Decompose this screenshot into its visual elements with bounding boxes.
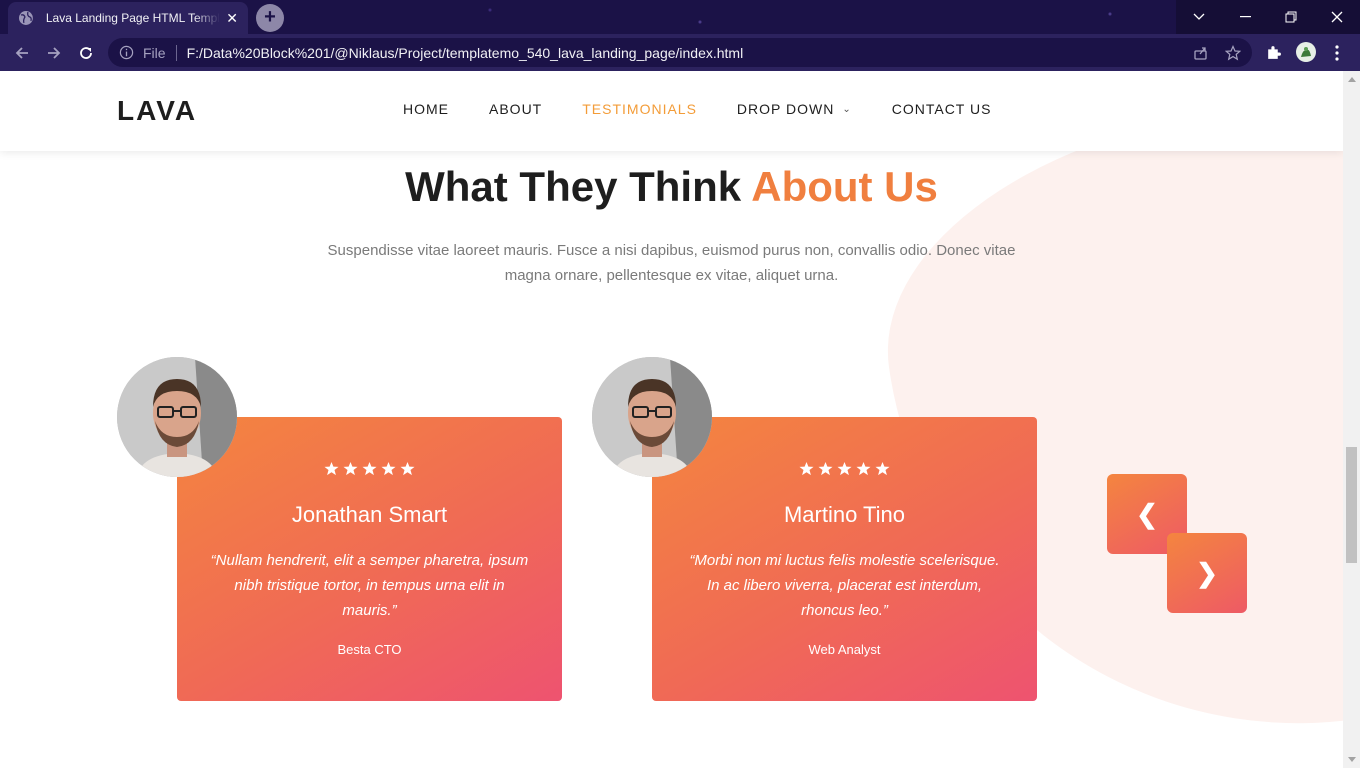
star-icon [343, 461, 358, 476]
browser-tab-strip: Lava Landing Page HTML Template ✕ + [0, 0, 1360, 34]
nav-dropdown[interactable]: DROP DOWN ⌄ [737, 101, 852, 117]
scrollbar-thumb[interactable] [1346, 447, 1357, 563]
nav-contact[interactable]: CONTACT US [892, 101, 992, 117]
page-viewport: LAVA HOME ABOUT TESTIMONIALS DROP DOWN ⌄… [0, 71, 1343, 768]
scroll-up-arrow-icon[interactable] [1348, 77, 1356, 82]
person-photo-icon [117, 357, 237, 477]
star-icon [818, 461, 833, 476]
rating-stars [652, 461, 1037, 476]
testimonial-role: Besta CTO [337, 642, 402, 657]
url-text[interactable]: F:/Data%20Block%201/@Niklaus/Project/tem… [187, 45, 744, 61]
address-bar[interactable]: File F:/Data%20Block%201/@Niklaus/Projec… [108, 38, 1252, 67]
person-photo-icon [592, 357, 712, 477]
testimonial-name: Jonathan Smart [291, 502, 448, 527]
globe-icon [18, 11, 33, 25]
bookmark-star-icon[interactable] [1225, 45, 1241, 61]
nav-about[interactable]: ABOUT [489, 101, 542, 117]
star-icon [837, 461, 852, 476]
url-scheme-label: File [143, 44, 166, 61]
page-scrollbar[interactable] [1343, 71, 1360, 768]
section-title-main: What They Think [405, 163, 742, 210]
tab-close-icon[interactable]: ✕ [226, 10, 238, 27]
forward-arrow-icon[interactable] [43, 42, 65, 64]
scroll-down-arrow-icon[interactable] [1348, 757, 1356, 762]
nav-dropdown-label: DROP DOWN [736, 101, 835, 117]
nav-testimonials[interactable]: TESTIMONIALS [582, 101, 697, 117]
url-separator [175, 44, 177, 61]
testimonial-quote: “Morbi non mi luctus felis molestie scel… [689, 552, 1000, 619]
minimize-button[interactable] [1222, 0, 1268, 34]
testimonial-name: Martino Tino [783, 502, 906, 527]
close-window-button[interactable] [1314, 0, 1360, 34]
browser-toolbar: File F:/Data%20Block%201/@Niklaus/Projec… [0, 34, 1360, 71]
avatar-photo [592, 357, 712, 477]
rating-stars [177, 461, 562, 476]
restore-button[interactable] [1268, 0, 1314, 34]
star-icon [362, 461, 377, 476]
browser-tab[interactable]: Lava Landing Page HTML Template ✕ [8, 2, 248, 34]
back-arrow-icon[interactable] [11, 42, 33, 64]
reload-icon[interactable] [75, 42, 97, 64]
share-icon[interactable] [1193, 45, 1209, 61]
extensions-icon[interactable] [1265, 44, 1282, 61]
info-icon[interactable] [119, 45, 134, 60]
tab-search-icon[interactable] [1176, 0, 1222, 34]
main-nav: HOME ABOUT TESTIMONIALS DROP DOWN ⌄ CONT… [403, 101, 1031, 117]
new-tab-button[interactable]: + [256, 4, 284, 32]
site-logo[interactable]: LAVA [117, 95, 197, 127]
site-header: LAVA HOME ABOUT TESTIMONIALS DROP DOWN ⌄… [0, 71, 1343, 151]
star-icon [400, 461, 415, 476]
chevron-down-icon: ⌄ [842, 103, 852, 115]
star-icon [856, 461, 871, 476]
star-icon [875, 461, 890, 476]
testimonial-role: Web Analyst [808, 642, 881, 657]
testimonial-card: Martino Tino “Morbi non mi luctus felis … [652, 417, 1037, 701]
star-icon [799, 461, 814, 476]
chevron-left-icon: ❮ [1136, 498, 1158, 529]
tab-title: Lava Landing Page HTML Template [45, 11, 221, 25]
profile-avatar[interactable] [1296, 42, 1316, 62]
testimonial-quote: “Nullam hendrerit, elit a semper pharetr… [210, 552, 529, 619]
section-title-accent: About Us [751, 163, 938, 210]
testimonial-card: Jonathan Smart “Nullam hendrerit, elit a… [177, 417, 562, 701]
star-icon [324, 461, 339, 476]
menu-kebab-icon[interactable] [1334, 45, 1340, 61]
nav-home[interactable]: HOME [403, 101, 449, 117]
star-icon [381, 461, 396, 476]
avatar-photo [117, 357, 237, 477]
carousel-next-button[interactable]: ❯ [1167, 533, 1247, 613]
section-subtitle: Suspendisse vitae laoreet mauris. Fusce … [327, 242, 1016, 284]
chevron-right-icon: ❯ [1196, 557, 1218, 588]
section-title: What They Think About Us [0, 163, 1343, 211]
